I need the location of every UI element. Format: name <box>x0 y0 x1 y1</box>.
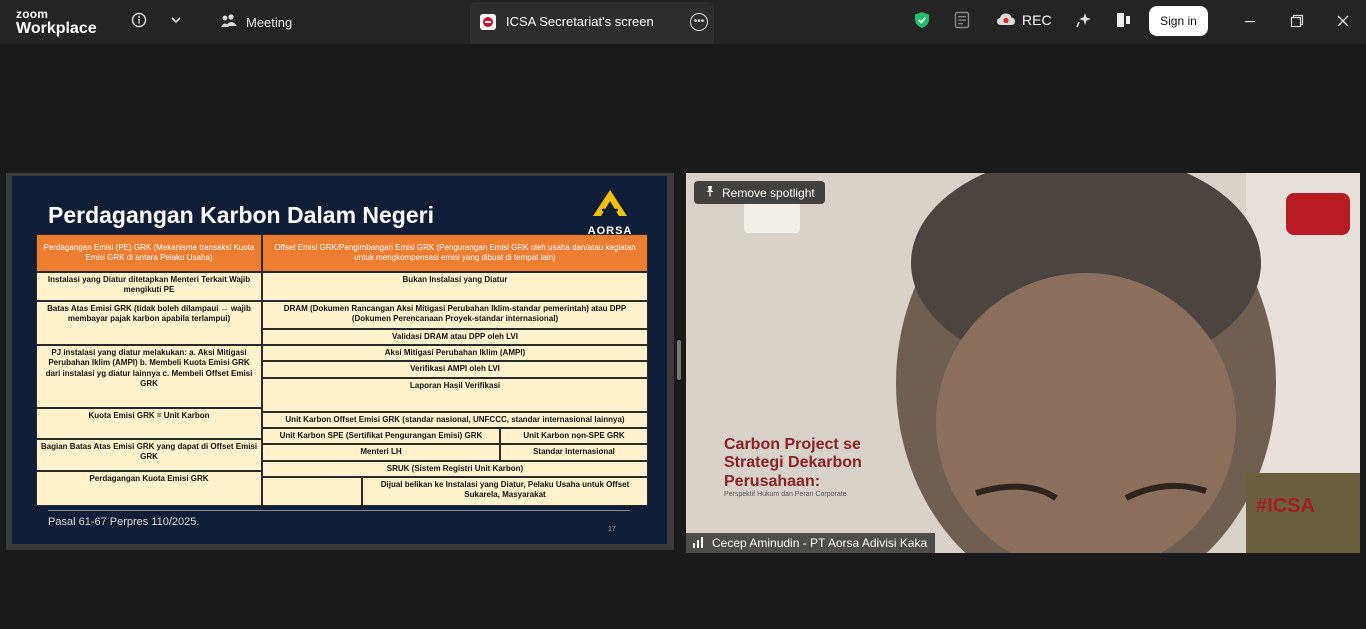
table-header-left: Perdagangan Emisi (PE) GRK (Mekanisme tr… <box>36 234 262 272</box>
tab-title: ICSA Secretariat's screen <box>506 14 654 29</box>
share-screen-icon[interactable] <box>1114 10 1134 30</box>
table-cell: Unit Karbon Offset Emisi GRK (standar na… <box>262 412 648 428</box>
spotlight-label: Remove spotlight <box>722 185 815 200</box>
participant-video: Remove spotlight Carbon Project se Strat… <box>686 173 1360 553</box>
aorsa-logo: AORSA <box>580 188 640 237</box>
minimize-icon[interactable] <box>1230 0 1270 42</box>
rec-label: REC <box>1022 12 1052 28</box>
top-toolbar: zoom Workplace Meeting ICSA Secretariat'… <box>0 0 1366 44</box>
sign-in-button[interactable]: Sign in <box>1149 6 1208 36</box>
slide-footer: Pasal 61-67 Perpres 110/2025. <box>48 516 200 528</box>
table-cell: Batas Atas Emisi GRK (tidak boleh dilamp… <box>36 301 262 345</box>
table-cell: Unit Karbon SPE (Sertifikat Pengurangan … <box>262 428 500 444</box>
banner-subtitle: Perspektif Hukum dan Peran Corporate <box>724 491 847 499</box>
table-cell: Verifikasi AMPI oleh LVI <box>262 361 648 378</box>
table-cell: Dijual belikan ke Instalasi yang Diatur,… <box>362 477 648 506</box>
table-cell: SRUK (Sistem Registri Unit Karbon) <box>262 461 648 477</box>
table-cell: Instalasi yang Diatur ditetapkan Menteri… <box>36 272 262 301</box>
ai-sparkle-icon[interactable] <box>1074 10 1094 30</box>
shared-screen-tab[interactable]: ICSA Secretariat's screen ••• <box>470 2 714 44</box>
notes-icon[interactable] <box>952 10 972 30</box>
cloud-record-icon <box>996 12 1016 29</box>
participant-name-tag: Cecep Aminudin - PT Aorsa Adivisi Kaka <box>686 533 936 553</box>
icsa-app-icon <box>480 14 496 30</box>
slide-divider <box>48 510 630 511</box>
info-icon[interactable] <box>130 11 148 29</box>
table-cell: Kuota Emisi GRK = Unit Karbon <box>36 408 262 439</box>
table-cell-empty <box>262 477 362 506</box>
banner-line-1: Carbon Project se <box>724 436 861 453</box>
banner-line-2: Strategi Dekarbon <box>724 454 862 472</box>
table-cell: PJ instalasi yang diatur melakukan: a. A… <box>36 345 262 408</box>
table-cell: Unit Karbon non-SPE GRK <box>500 428 648 444</box>
table-cell: DRAM (Dokumen Rancangan Aksi Mitigasi Pe… <box>262 301 648 329</box>
table-cell: Validasi DRAM atau DPP oleh LVI <box>262 329 648 345</box>
close-icon[interactable] <box>1323 0 1363 42</box>
record-button[interactable]: REC <box>996 0 1052 40</box>
restore-icon[interactable] <box>1277 0 1317 42</box>
remove-spotlight-button[interactable]: Remove spotlight <box>694 181 825 204</box>
shared-screen-panel: Perdagangan Karbon Dalam Negeri AORSA Pe… <box>6 173 674 550</box>
table-cell: Perdagangan Kuota Emisi GRK <box>36 471 262 506</box>
pin-icon <box>704 185 716 200</box>
signal-bars-icon <box>692 536 706 551</box>
slide-title: Perdagangan Karbon Dalam Negeri <box>48 202 434 228</box>
participant-name: Cecep Aminudin - PT Aorsa Adivisi Kaka <box>712 536 928 550</box>
table-cell: Menteri LH <box>262 444 500 461</box>
chevron-down-icon[interactable] <box>168 11 184 29</box>
slide-page-number: 17 <box>608 526 616 533</box>
table-cell: Bukan Instalasi yang Diatur <box>262 272 648 301</box>
backdrop-banner-text: Carbon Project se Strategi Dekarbon Peru… <box>724 436 862 499</box>
table-cell: Laporan Hasil Verifikasi <box>262 378 648 412</box>
panel-resize-handle[interactable] <box>677 340 681 380</box>
meeting-label: Meeting <box>246 14 293 30</box>
presentation-slide: Perdagangan Karbon Dalam Negeri AORSA Pe… <box>12 176 667 544</box>
table-cell: Aksi Mitigasi Perubahan Iklim (AMPI) <box>262 345 648 361</box>
brand-bottom: Workplace <box>16 20 97 37</box>
table-cell: Bagian Batas Atas Emisi GRK yang dapat d… <box>36 439 262 471</box>
meeting-tab[interactable]: Meeting <box>220 0 292 44</box>
carbon-trading-table: Perdagangan Emisi (PE) GRK (Mekanisme tr… <box>36 234 648 506</box>
zoom-logo: zoom Workplace <box>16 8 97 37</box>
table-cell: Standar Internasional <box>500 444 648 461</box>
shield-check-icon[interactable] <box>912 10 932 30</box>
backdrop-hashtag: #ICSA <box>1256 495 1315 517</box>
people-icon <box>220 13 238 32</box>
more-options-icon[interactable]: ••• <box>690 13 708 31</box>
brand-top: zoom <box>16 7 49 21</box>
table-header-right: Offset Emisi GRK/Pengimbangan Emisi GRK … <box>262 234 648 272</box>
banner-line-3: Perusahaan: <box>724 472 821 490</box>
